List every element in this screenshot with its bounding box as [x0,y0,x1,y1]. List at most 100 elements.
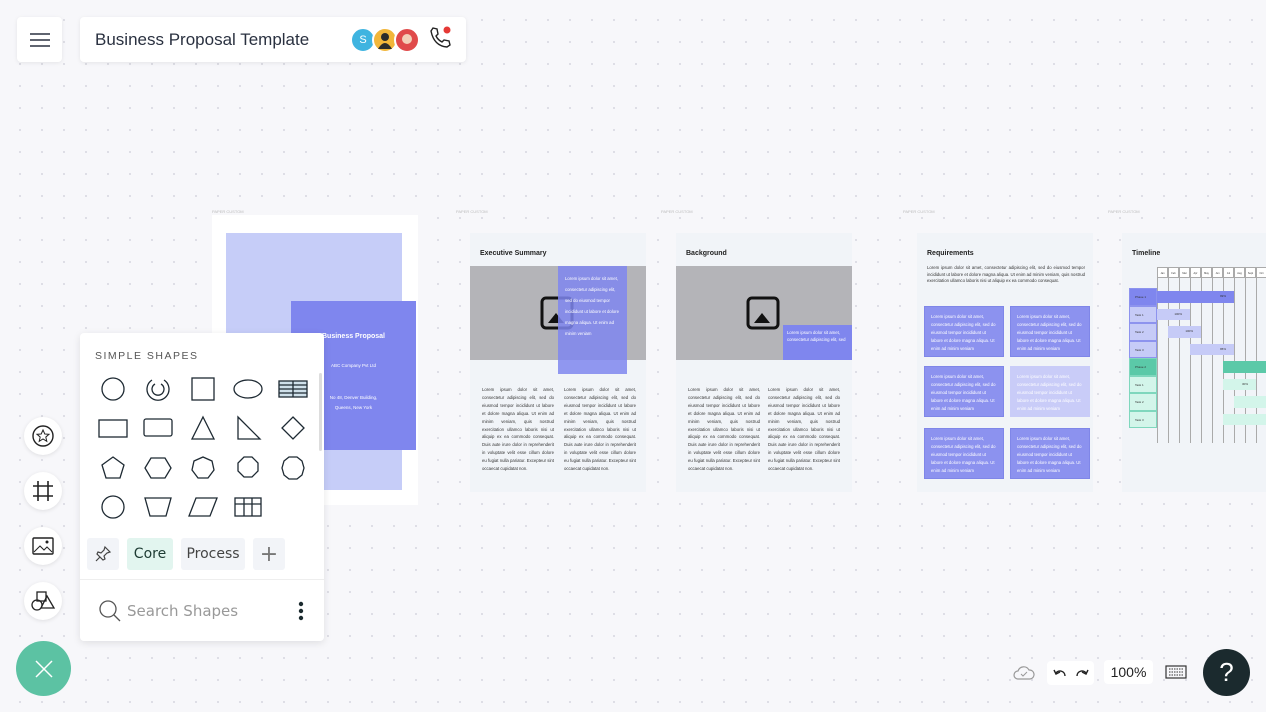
sticker-icon [32,425,54,447]
requirement-box: Lorem ipsum dolor sit amet, consectetur … [924,366,1004,417]
shape-parallelogram[interactable] [180,488,225,528]
add-library-button[interactable]: + [253,538,285,570]
gantt-row-label: Phase 1 [1129,288,1157,306]
page-executive-summary[interactable]: Executive Summary Lorem ipsum dolor sit … [470,233,646,492]
more-vertical-icon[interactable] [298,601,304,621]
shape-triangle[interactable] [180,409,225,449]
shape-diamond[interactable] [270,409,315,449]
shapes-panel: SIMPLE SHAPES Core Process + Search Shap… [80,333,324,641]
keyboard-icon [1165,665,1187,679]
shape-arc[interactable] [135,369,180,409]
gridline [1201,278,1202,443]
month-label: Jul [1223,267,1234,278]
frame-button[interactable] [24,472,62,510]
shape-circle[interactable] [90,369,135,409]
shape-pentagon[interactable] [90,448,135,488]
overlay-text: Lorem ipsum dolor sit amet, consectetur … [558,266,627,374]
page-background[interactable]: Background Lorem ipsum dolor sit amet, c… [676,233,852,492]
gridline [1157,278,1158,443]
month-label: Aug [1234,267,1245,278]
menu-button[interactable] [17,17,62,62]
shapes-button[interactable] [24,582,62,620]
body-text: Lorem ipsum dolor sit amet, consectetur … [768,387,840,472]
gantt-bar: 100% [1168,326,1201,338]
shape-dodecagon[interactable] [90,488,135,528]
shape-square[interactable] [180,369,225,409]
month-label: Sept [1245,267,1256,278]
shape-right-triangle[interactable] [225,409,270,449]
gantt-row-label: Task 3 [1129,340,1157,358]
requirement-box: Lorem ipsum dolor sit amet, consectetur … [1010,428,1090,479]
arc-icon [145,379,170,401]
tab-core[interactable]: Core [127,538,173,570]
circle-icon [100,377,125,401]
scrollbar[interactable] [319,373,322,451]
triangle-icon [190,415,215,440]
octagon-icon [236,456,259,478]
requirement-box: Lorem ipsum dolor sit amet, consectetur … [1010,306,1090,357]
call-button[interactable] [428,25,452,54]
gridline [1190,278,1191,443]
shape-rounded-rectangle[interactable] [135,409,180,449]
page-label: PAPER CUSTOM [212,209,244,214]
body-text: Lorem ipsum dolor sit amet, consectetur … [564,387,636,472]
search-icon [99,599,121,621]
month-label: Apr [1190,267,1201,278]
title-bar: Business Proposal Template S [80,17,466,62]
page-timeline[interactable]: Timeline Jan Feb Mar Apr May Jun Jul Aug Sept Oct… [1122,233,1266,492]
cloud-check-icon [1013,666,1035,680]
keyboard-shortcuts-button[interactable] [1165,665,1187,684]
diamond-icon [280,416,305,441]
close-icon [34,659,53,678]
page-heading: Executive Summary [480,250,547,257]
body-text: Lorem ipsum dolor sit amet, consectetur … [688,387,760,472]
gantt-row-label: Task 2 [1129,323,1157,341]
gantt-bar [1223,413,1266,425]
sticker-button[interactable] [24,417,62,455]
frame-icon [33,481,53,501]
shape-ellipse[interactable] [225,369,270,409]
avatar[interactable] [394,26,420,53]
gantt-bar: 95% [1190,343,1234,355]
help-button[interactable]: ? [1203,649,1250,696]
phone-icon [430,26,451,48]
pentagon-icon [100,455,125,479]
parallelogram-icon [187,497,218,517]
shape-trapezoid[interactable] [135,488,180,528]
undo-icon[interactable] [1052,667,1067,679]
page-label: PAPER CUSTOM [661,209,693,214]
gantt-row-label: Phase 2 [1129,358,1157,376]
document-title[interactable]: Business Proposal Template [95,30,354,50]
image-button[interactable] [24,527,62,565]
zoom-level[interactable]: 100% [1104,660,1153,684]
gantt-row-label: Task 1 [1129,305,1157,323]
shape-rectangle[interactable] [90,409,135,449]
shape-hexagon[interactable] [135,448,180,488]
overlay-text: Lorem ipsum dolor sit amet, consectetur … [783,325,852,360]
search-shapes[interactable]: Search Shapes [80,579,324,641]
shape-table[interactable] [225,488,270,528]
search-input[interactable]: Search Shapes [127,602,298,620]
right-triangle-icon [236,415,262,440]
shape-octagon[interactable] [225,448,270,488]
month-label: Jan [1157,267,1168,278]
shape-heptagon[interactable] [180,448,225,488]
requirement-box: Lorem ipsum dolor sit amet, consectetur … [1010,366,1090,417]
page-requirements[interactable]: Requirements Lorem ipsum dolor sit amet,… [917,233,1093,492]
month-label: Mar [1179,267,1190,278]
pin-button[interactable] [87,538,119,570]
month-label: May [1201,267,1212,278]
tab-process[interactable]: Process [181,538,245,570]
close-panel-button[interactable] [16,641,71,696]
shape-decagon[interactable] [270,448,315,488]
hamburger-icon [29,32,50,47]
gantt-bar: 30% [1223,378,1256,390]
redo-icon[interactable] [1075,667,1089,679]
trapezoid-icon [143,497,172,517]
square-icon [190,377,215,401]
pin-icon [95,545,112,562]
shape-table-striped[interactable] [270,369,315,409]
undo-redo [1047,661,1094,685]
page-heading: Requirements [927,250,974,257]
month-label: Feb [1168,267,1179,278]
